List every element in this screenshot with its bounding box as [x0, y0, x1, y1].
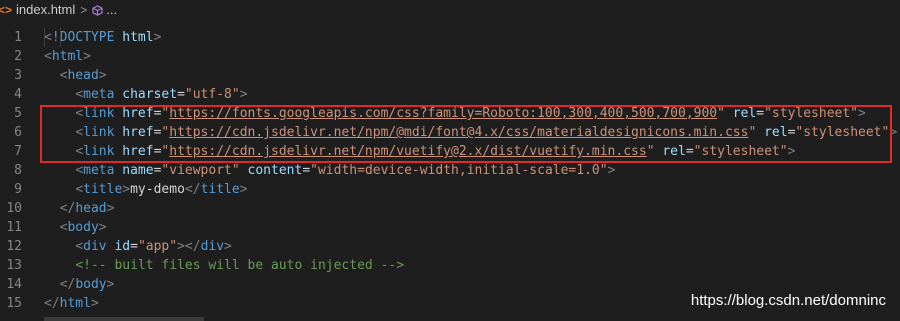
breadcrumb-element[interactable]: ...	[92, 0, 117, 20]
line-content: <link href="https://cdn.jsdelivr.net/npm…	[75, 125, 898, 140]
horizontal-scrollbar[interactable]	[44, 317, 204, 321]
line-number: 5	[14, 106, 22, 121]
line-number: 15	[6, 296, 22, 311]
line-number: 11	[6, 220, 22, 235]
code-line[interactable]: 3 <head>	[0, 28, 900, 85]
code-line[interactable]: 5 <link href="https://fonts.googleapis.c…	[0, 28, 900, 123]
indent-guide	[59, 28, 61, 47]
code-line[interactable]: 10 </head>	[0, 28, 900, 218]
code-line[interactable]: 11 <body>	[0, 28, 900, 237]
line-number: 6	[14, 125, 22, 140]
line-number: 12	[6, 239, 22, 254]
code-line[interactable]: 12 <div id="app"></div>	[0, 28, 900, 256]
watermark: https://blog.csdn.net/domninc	[690, 292, 886, 309]
code-line[interactable]: 2 <html>	[0, 47, 900, 66]
breadcrumb: <> index.html > ...	[0, 0, 900, 20]
line-content: <head>	[59, 68, 107, 83]
line-content: <meta name="viewport" content="width=dev…	[75, 163, 616, 178]
line-content: <html>	[44, 49, 91, 64]
line-number: 10	[6, 201, 22, 216]
line-content: <div id="app"></div>	[75, 239, 232, 254]
code-line[interactable]: 9 <title>my-demo</title>	[0, 28, 900, 199]
code-editor[interactable]: 1 <!DOCTYPE html> 2 <html> 3 <head> 4 <m…	[0, 28, 900, 313]
line-number: 13	[6, 258, 22, 273]
breadcrumb-file[interactable]: index.html	[16, 0, 75, 20]
line-content: <body>	[59, 220, 107, 235]
code-line[interactable]: 8 <meta name="viewport" content="width=d…	[0, 28, 900, 180]
code-line[interactable]: 13 <!-- built files will be auto injecte…	[0, 28, 900, 275]
chevron-right-icon: >	[80, 3, 88, 17]
line-content: <!DOCTYPE html>	[44, 30, 162, 45]
line-number: 14	[6, 277, 22, 292]
html-file-icon: <>	[0, 3, 13, 17]
line-number: 1	[14, 30, 22, 45]
line-number: 7	[14, 144, 22, 159]
line-number: 4	[14, 87, 22, 102]
line-content: <meta charset="utf-8">	[75, 87, 248, 102]
line-content: <!-- built files will be auto injected -…	[44, 256, 404, 275]
line-content: <link href="https://fonts.googleapis.com…	[75, 106, 866, 121]
line-content: <link href="https://cdn.jsdelivr.net/npm…	[75, 144, 796, 159]
line-content: </body>	[59, 277, 115, 292]
url-link: https://fonts.googleapis.com/css?family=…	[169, 106, 718, 121]
url-link: https://cdn.jsdelivr.net/npm/@mdi/font@4…	[169, 125, 749, 140]
code-line[interactable]: 7 <link href="https://cdn.jsdelivr.net/n…	[0, 28, 900, 161]
cube-icon	[92, 4, 103, 16]
code-comment: <!-- built files will be auto injected -…	[75, 258, 405, 273]
line-number: 9	[14, 182, 22, 197]
code-line[interactable]: 1 <!DOCTYPE html>	[0, 28, 900, 47]
code-line[interactable]: 4 <meta charset="utf-8">	[0, 28, 900, 104]
line-number: 3	[14, 68, 22, 83]
line-content: <title>my-demo</title>	[75, 182, 248, 197]
url-link: https://cdn.jsdelivr.net/npm/vuetify@2.x…	[169, 144, 647, 159]
breadcrumb-element-label: ...	[106, 2, 118, 17]
line-content: </head>	[59, 201, 115, 216]
line-number: 8	[14, 163, 22, 178]
line-number: 2	[14, 49, 22, 64]
indent-guide	[44, 28, 45, 47]
code-line[interactable]: 6 <link href="https://cdn.jsdelivr.net/n…	[0, 28, 900, 142]
line-content: </html>	[44, 296, 99, 311]
